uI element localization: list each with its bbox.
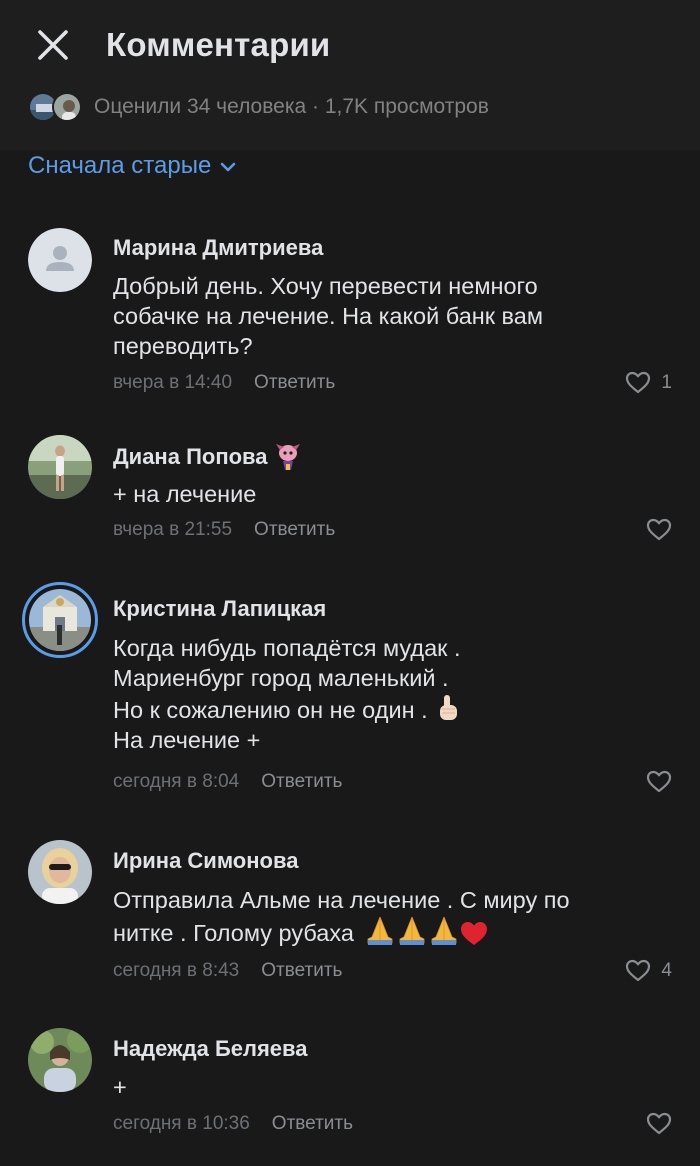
- header: Комментарии Оценили 34 человека · 1,7K п…: [0, 0, 700, 150]
- pointing-up-emoji: [440, 695, 458, 720]
- reply-button[interactable]: Ответить: [261, 771, 342, 793]
- likes-views-stats: Оценили 34 человека · 1,7K просмотров: [94, 95, 489, 118]
- reply-button[interactable]: Ответить: [261, 960, 342, 982]
- avatar[interactable]: [28, 840, 92, 904]
- comment-text: +: [113, 1074, 127, 1100]
- praying-hands-emoji: [366, 915, 490, 954]
- comment-author[interactable]: Надежда Беляева: [113, 1036, 308, 1062]
- like-button[interactable]: 4: [625, 959, 672, 982]
- comment-text: Когда нибудь попадётся мудак . Мариенбур…: [113, 635, 461, 753]
- comment-time: сегодня в 8:43: [113, 960, 240, 981]
- heart-icon: [646, 518, 672, 541]
- close-button[interactable]: [30, 22, 76, 68]
- comment-author[interactable]: Марина Дмитриева: [113, 235, 323, 261]
- like-button[interactable]: [646, 518, 672, 541]
- heart-icon: [646, 1112, 672, 1135]
- comment-author[interactable]: Кристина Лапицкая: [113, 596, 326, 622]
- comment-time: сегодня в 10:36: [113, 1113, 250, 1134]
- avatar[interactable]: [28, 228, 92, 292]
- liker-avatar: [52, 92, 82, 122]
- avatar[interactable]: [28, 435, 92, 499]
- comment-text: Добрый день. Хочу перевести немного соба…: [113, 273, 543, 359]
- red-heart-emoji: [461, 922, 488, 945]
- default-avatar-icon: [28, 228, 92, 292]
- reply-button[interactable]: Ответить: [272, 1113, 353, 1135]
- status-emoji-icon: [274, 442, 302, 472]
- close-icon: [38, 30, 68, 60]
- likes-summary[interactable]: Оценили 34 человека · 1,7K просмотров: [28, 90, 489, 124]
- comment-time: вчера в 21:55: [113, 519, 233, 540]
- like-button[interactable]: 1: [625, 371, 672, 394]
- sort-dropdown[interactable]: Сначала старые: [28, 152, 237, 180]
- comment-author[interactable]: Ирина Симонова: [113, 848, 298, 874]
- heart-icon: [626, 959, 651, 982]
- like-count: 4: [661, 959, 672, 981]
- heart-icon: [646, 770, 672, 793]
- avatar[interactable]: [28, 1028, 92, 1092]
- comment-time: сегодня в 8:04: [113, 771, 240, 792]
- like-count: 1: [661, 371, 672, 393]
- reply-button[interactable]: Ответить: [254, 372, 335, 394]
- reply-button[interactable]: Ответить: [254, 519, 335, 541]
- avatar-with-story[interactable]: [22, 582, 98, 658]
- sort-label: Сначала старые: [28, 152, 212, 179]
- page-title: Комментарии: [106, 26, 331, 63]
- like-button[interactable]: [646, 1112, 672, 1135]
- like-button[interactable]: [646, 770, 672, 793]
- heart-icon: [626, 371, 651, 394]
- comment-author[interactable]: Диана Попова: [113, 442, 302, 472]
- comment-text: Отправила Альме на лечение . С миру по н…: [113, 885, 673, 954]
- comment-text: + на лечение: [113, 481, 257, 507]
- chevron-down-icon: [220, 162, 236, 172]
- comment-time: вчера в 14:40: [113, 372, 233, 393]
